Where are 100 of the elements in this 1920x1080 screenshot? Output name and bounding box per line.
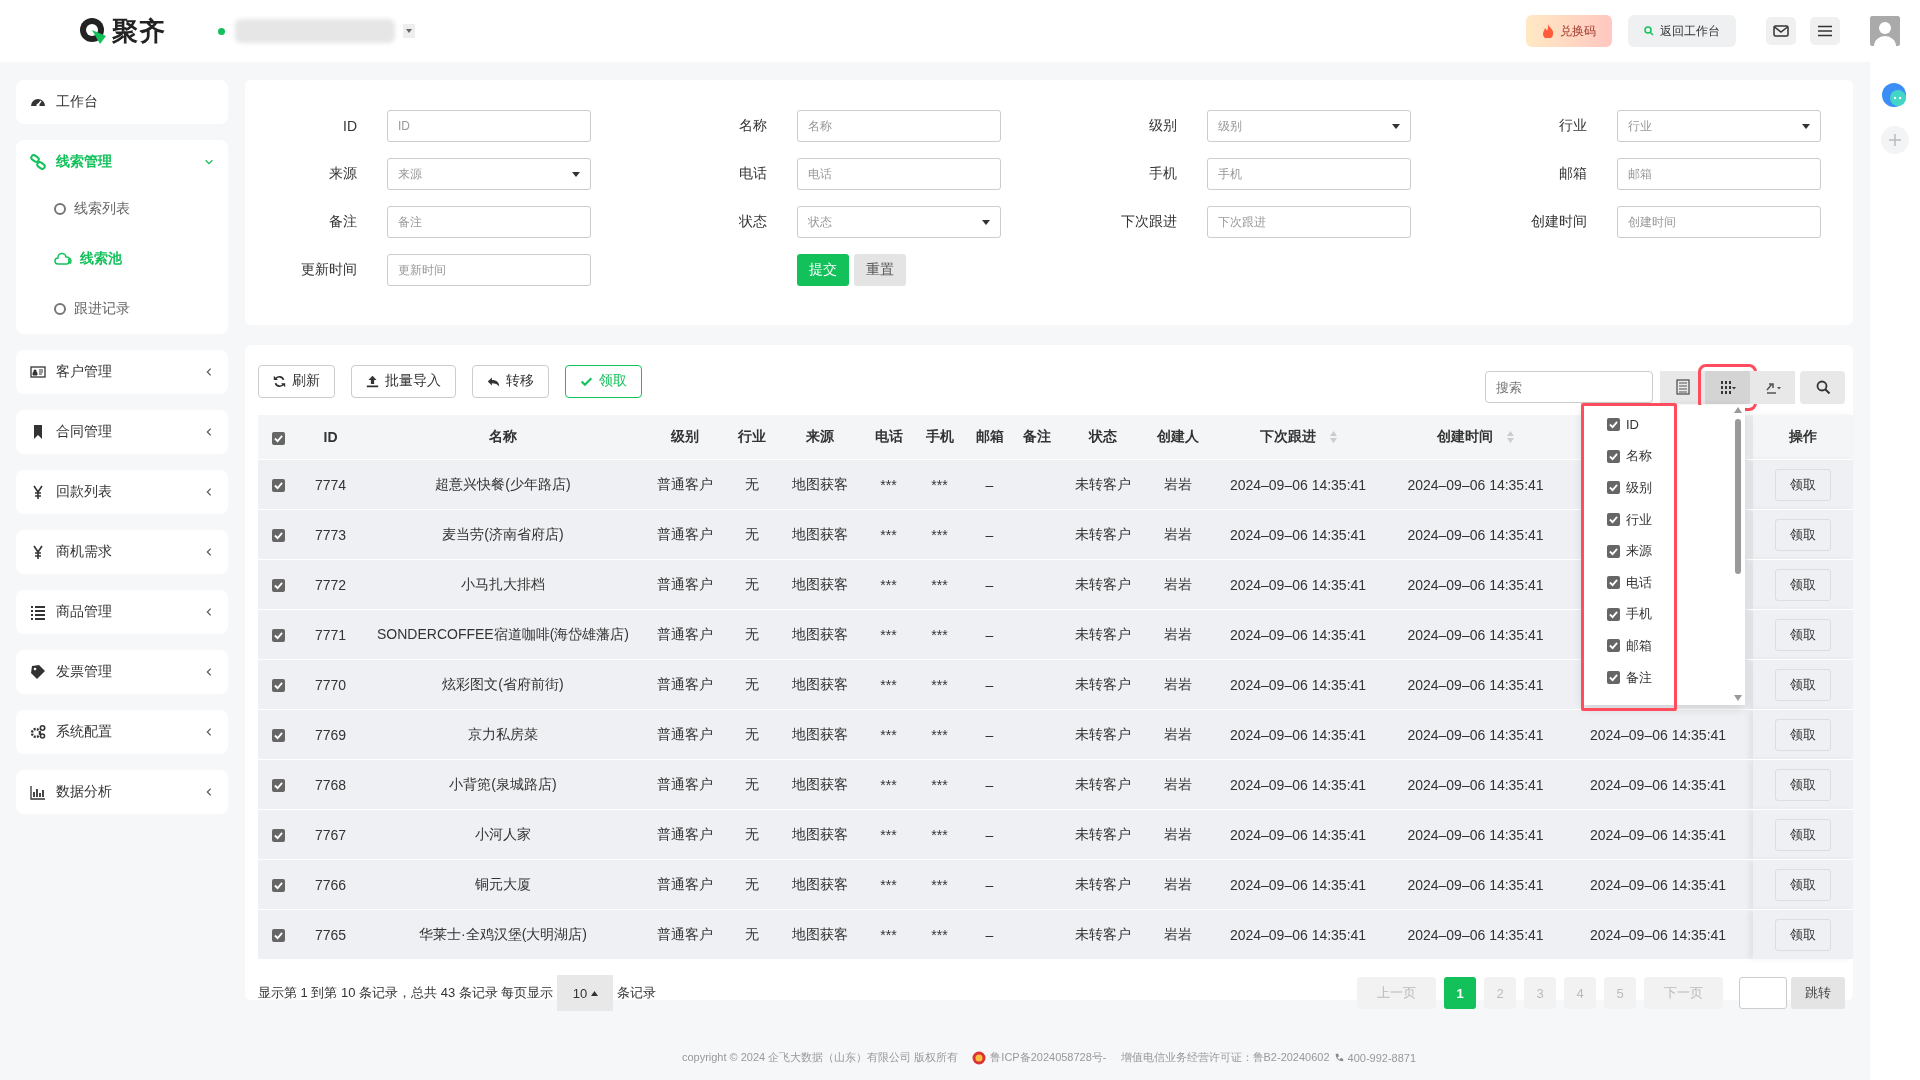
page-size-select[interactable]: 10 [557, 975, 614, 1011]
table-cell: 2024–09–06 14:35:41 [1229, 726, 1367, 743]
input-field[interactable]: 名称 [797, 110, 1001, 142]
claim-button[interactable]: 领取 [1775, 868, 1831, 901]
checkbox[interactable] [271, 479, 285, 493]
table-cell: *** [880, 876, 897, 893]
input-field[interactable]: 邮箱 [1617, 158, 1821, 190]
checkbox[interactable] [271, 579, 285, 593]
input-field[interactable]: ID [387, 110, 591, 142]
caret-icon[interactable] [403, 24, 415, 38]
input-field[interactable]: 电话 [797, 158, 1001, 190]
table-cell: *** [931, 526, 948, 543]
bar-chart-icon [30, 784, 46, 800]
police-badge-icon [972, 1050, 987, 1065]
table-cell: – [985, 826, 994, 843]
menu-item[interactable]: 客户管理 [16, 350, 228, 394]
toolbar-button[interactable]: 刷新 [258, 364, 335, 398]
checkbox[interactable] [271, 629, 285, 643]
menu-item[interactable]: 数据分析 [16, 770, 228, 814]
column-option[interactable]: 备注 [1607, 661, 1652, 694]
page-input[interactable] [1739, 977, 1787, 1009]
checkbox[interactable] [271, 679, 285, 693]
menu-item[interactable]: 回款列表 [16, 470, 228, 514]
scroll-down-icon[interactable] [1734, 695, 1742, 701]
workbench-button[interactable]: 返回工作台 [1628, 15, 1736, 47]
input-field[interactable]: 手机 [1207, 158, 1411, 190]
yen-icon [30, 484, 46, 500]
table-cell: 岩岩 [1164, 475, 1192, 492]
mail-button[interactable] [1766, 17, 1796, 45]
column-option[interactable]: 行业 [1607, 503, 1652, 536]
table-cell: 2024–09–06 14:35:41 [1407, 876, 1544, 893]
scroll-up-icon[interactable] [1734, 407, 1742, 413]
table-cell: 2024–09–06 14:35:41 [1407, 776, 1544, 793]
checkbox[interactable] [271, 729, 285, 743]
scrollbar-thumb[interactable] [1735, 419, 1741, 574]
table-cell: *** [880, 776, 897, 793]
toolbar-button[interactable]: 批量导入 [351, 364, 456, 398]
claim-button[interactable]: 领取 [1775, 518, 1831, 551]
refresh-icon [273, 374, 286, 388]
claim-button[interactable]: 领取 [1775, 568, 1831, 601]
export-button[interactable] [1750, 370, 1795, 404]
column-option[interactable]: 手机 [1607, 598, 1652, 631]
menu-item[interactable]: 商机需求 [16, 530, 228, 574]
circle-icon [54, 303, 66, 315]
claim-button[interactable]: 领取 [1775, 718, 1831, 751]
column-option[interactable]: 邮箱 [1607, 630, 1652, 662]
claim-button[interactable]: 领取 [1775, 668, 1831, 701]
toolbar-button[interactable]: 转移 [472, 364, 549, 398]
chevron-left-icon [204, 487, 214, 497]
jump-button[interactable]: 跳转 [1791, 977, 1845, 1009]
table-cell: 岩岩 [1164, 725, 1192, 742]
checkbox[interactable] [271, 929, 285, 943]
checkbox[interactable] [271, 779, 285, 793]
menu-item[interactable]: 发票管理 [16, 650, 228, 694]
column-option[interactable]: 电话 [1607, 566, 1652, 599]
caret-icon [1392, 123, 1400, 129]
claim-button[interactable]: 领取 [1775, 468, 1831, 501]
input-field[interactable]: 备注 [387, 206, 591, 238]
input-field[interactable]: 下次跟进 [1207, 206, 1411, 238]
redeem-button[interactable]: 兑换码 [1526, 15, 1612, 47]
checkbox[interactable] [271, 529, 285, 543]
checkbox[interactable] [271, 431, 285, 445]
column-option[interactable]: 名称 [1607, 440, 1652, 473]
claim-button[interactable]: 领取 [1775, 918, 1831, 951]
submenu-item[interactable]: 线索列表 [16, 184, 228, 234]
table-cell: 2024–09–06 14:35:41 [1589, 726, 1727, 743]
submenu-item[interactable]: 跟进记录 [16, 284, 228, 334]
input-field[interactable]: 更新时间 [387, 254, 591, 286]
table-cell: 7771 [314, 626, 347, 643]
column-option[interactable]: ID [1607, 409, 1639, 441]
field-label: 来源 [328, 165, 357, 183]
table-cell: *** [931, 876, 948, 893]
table-cell: 地图获客 [791, 475, 848, 492]
menu-button[interactable] [1810, 17, 1840, 45]
circle-icon [54, 203, 66, 215]
column-option[interactable]: 来源 [1607, 535, 1652, 567]
menu-item[interactable]: 商品管理 [16, 590, 228, 634]
menu-item[interactable]: 合同管理 [16, 410, 228, 454]
table-cell: 普通客户 [656, 675, 713, 692]
claim-button[interactable]: 领取 [1775, 818, 1831, 851]
claim-button[interactable]: 领取 [1775, 768, 1831, 801]
search-button[interactable] [1800, 370, 1845, 404]
table-cell: 普通客户 [656, 825, 713, 842]
search-field[interactable]: 搜索 [1485, 371, 1653, 403]
checkbox[interactable] [271, 879, 285, 893]
checkbox[interactable] [271, 829, 285, 843]
column-header: 创建人 [1157, 428, 1199, 444]
table-cell: *** [880, 476, 897, 493]
claim-button[interactable]: 领取 [1775, 618, 1831, 651]
table-cell: 2024–09–06 14:35:41 [1229, 776, 1367, 793]
field-label: 创建时间 [1530, 213, 1587, 231]
reset-button[interactable]: 重置 [854, 254, 906, 286]
menu-item[interactable]: 系统配置 [16, 710, 228, 754]
column-header: 行业 [738, 428, 766, 444]
menu-item[interactable]: 工作台 [16, 80, 228, 124]
table-cell: 无 [745, 925, 759, 942]
input-field[interactable]: 创建时间 [1617, 206, 1821, 238]
table-cell: 7765 [314, 926, 347, 943]
column-option[interactable]: 级别 [1607, 472, 1652, 504]
table-cell: 岩岩 [1164, 675, 1192, 692]
